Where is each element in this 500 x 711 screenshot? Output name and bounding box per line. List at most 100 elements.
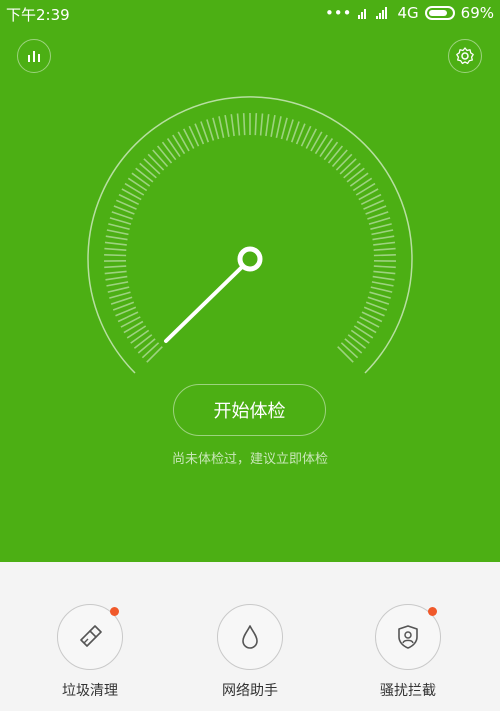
gauge-tick bbox=[104, 247, 127, 251]
tool-label: 垃圾清理 bbox=[62, 683, 118, 699]
tool-label: 骚扰拦截 bbox=[380, 683, 436, 699]
gauge-tick bbox=[111, 211, 133, 220]
gauge-tick bbox=[105, 235, 128, 241]
gauge-needle bbox=[164, 265, 244, 343]
drop-icon bbox=[242, 625, 258, 649]
gauge-tick bbox=[270, 114, 276, 137]
gauge-tick bbox=[137, 338, 156, 354]
gauge-tick bbox=[370, 286, 393, 293]
gauge-tick bbox=[280, 117, 288, 140]
gauge-tick bbox=[104, 254, 127, 257]
start-check-button[interactable]: 开始体检 bbox=[173, 384, 326, 436]
gauge-tick bbox=[105, 275, 128, 281]
gauge-tick bbox=[323, 141, 339, 161]
gauge-tick bbox=[127, 177, 148, 192]
tool-network-assistant[interactable]: 网络助手 bbox=[205, 604, 295, 700]
gauge-tick bbox=[166, 138, 181, 158]
tools-panel: 垃圾清理 网络助手 骚扰拦截 bbox=[0, 562, 500, 711]
gauge-tick bbox=[349, 172, 369, 187]
gauge-tick bbox=[373, 247, 396, 251]
score-gauge bbox=[87, 96, 413, 374]
gauge-tick bbox=[152, 149, 169, 168]
gauge-tick bbox=[368, 217, 391, 225]
gauge-tick bbox=[104, 265, 127, 269]
gauge-tick bbox=[265, 114, 270, 137]
gauge-tick bbox=[346, 167, 365, 183]
gauge-tick bbox=[347, 334, 367, 349]
gauge-tick bbox=[353, 325, 374, 339]
gauge-hub bbox=[237, 246, 263, 272]
gauge-tick bbox=[107, 286, 130, 293]
gauge-tick bbox=[109, 217, 132, 225]
gauge-tick bbox=[327, 145, 344, 164]
gauge-tick bbox=[343, 162, 361, 179]
gauge-tick bbox=[143, 158, 161, 175]
gauge-tick bbox=[110, 296, 133, 305]
gauge-tick bbox=[372, 235, 395, 241]
gauge-tick bbox=[373, 241, 396, 246]
gauge-tick bbox=[344, 338, 363, 354]
gauge-tick bbox=[340, 342, 359, 359]
gauge-tick bbox=[206, 119, 215, 141]
gauge-ticks bbox=[103, 113, 397, 363]
gauge-tick bbox=[218, 116, 225, 138]
gauge-tick bbox=[133, 334, 153, 349]
gauge-tick bbox=[131, 172, 151, 187]
gauge-tick bbox=[106, 229, 129, 236]
gauge-tick bbox=[156, 145, 173, 164]
gauge-tick bbox=[109, 291, 131, 299]
harass-block-badge bbox=[428, 607, 437, 616]
gauge-tick bbox=[373, 265, 396, 269]
gauge-tick bbox=[355, 182, 376, 196]
gauge-tick bbox=[146, 346, 163, 363]
harass-block-circle[interactable] bbox=[375, 604, 441, 670]
gauge-tick bbox=[331, 149, 348, 168]
gauge-tick bbox=[370, 223, 392, 230]
gauge-tick bbox=[126, 325, 147, 339]
gauge-tick bbox=[371, 281, 394, 287]
shield-user-icon bbox=[398, 625, 418, 649]
gauge-tick bbox=[212, 117, 220, 140]
gauge-tick bbox=[285, 119, 294, 141]
gauge-tick bbox=[236, 113, 241, 136]
tool-harass-block[interactable]: 骚扰拦截 bbox=[363, 604, 453, 700]
junk-clean-badge bbox=[110, 607, 119, 616]
gauge-tick bbox=[141, 342, 160, 359]
network-assistant-circle[interactable] bbox=[217, 604, 283, 670]
gauge-tick bbox=[319, 138, 334, 158]
gauge-tick bbox=[369, 291, 391, 299]
gauge-tick bbox=[373, 254, 396, 257]
gauge-tick bbox=[124, 182, 145, 196]
gauge-tick bbox=[259, 113, 264, 136]
gauge-tick bbox=[254, 113, 258, 136]
gauge-tick bbox=[367, 296, 390, 305]
gauge-tick bbox=[104, 270, 127, 275]
gauge-tick bbox=[224, 114, 230, 137]
gauge-tick bbox=[314, 134, 328, 155]
gauge-tick bbox=[371, 229, 394, 236]
tool-label: 网络助手 bbox=[222, 683, 278, 699]
junk-clean-circle[interactable] bbox=[57, 604, 123, 670]
gauge-tick bbox=[161, 141, 177, 161]
gauge-tick bbox=[172, 134, 186, 155]
gauge-tick bbox=[373, 270, 396, 275]
gauge-tick bbox=[339, 158, 357, 175]
gauge-tick bbox=[367, 211, 389, 220]
gauge-tick bbox=[337, 346, 354, 363]
gauge-tick bbox=[130, 329, 150, 344]
gauge-tick bbox=[147, 153, 165, 171]
gauge-tick bbox=[352, 177, 373, 192]
gauge-tick bbox=[335, 153, 353, 171]
gauge-tick bbox=[275, 116, 282, 138]
gauge-tick bbox=[350, 329, 370, 344]
gauge-tick bbox=[230, 114, 235, 137]
gauge-tick bbox=[108, 223, 130, 230]
check-hint: 尚未体检过，建议立即体检 bbox=[171, 452, 328, 467]
gauge-tick bbox=[106, 281, 129, 287]
gauge-tick bbox=[139, 162, 157, 179]
tool-junk-clean[interactable]: 垃圾清理 bbox=[45, 604, 135, 700]
gauge-tick bbox=[242, 113, 246, 136]
gauge-tick bbox=[372, 275, 395, 281]
gauge-tick bbox=[135, 167, 154, 183]
broom-icon bbox=[80, 625, 102, 647]
